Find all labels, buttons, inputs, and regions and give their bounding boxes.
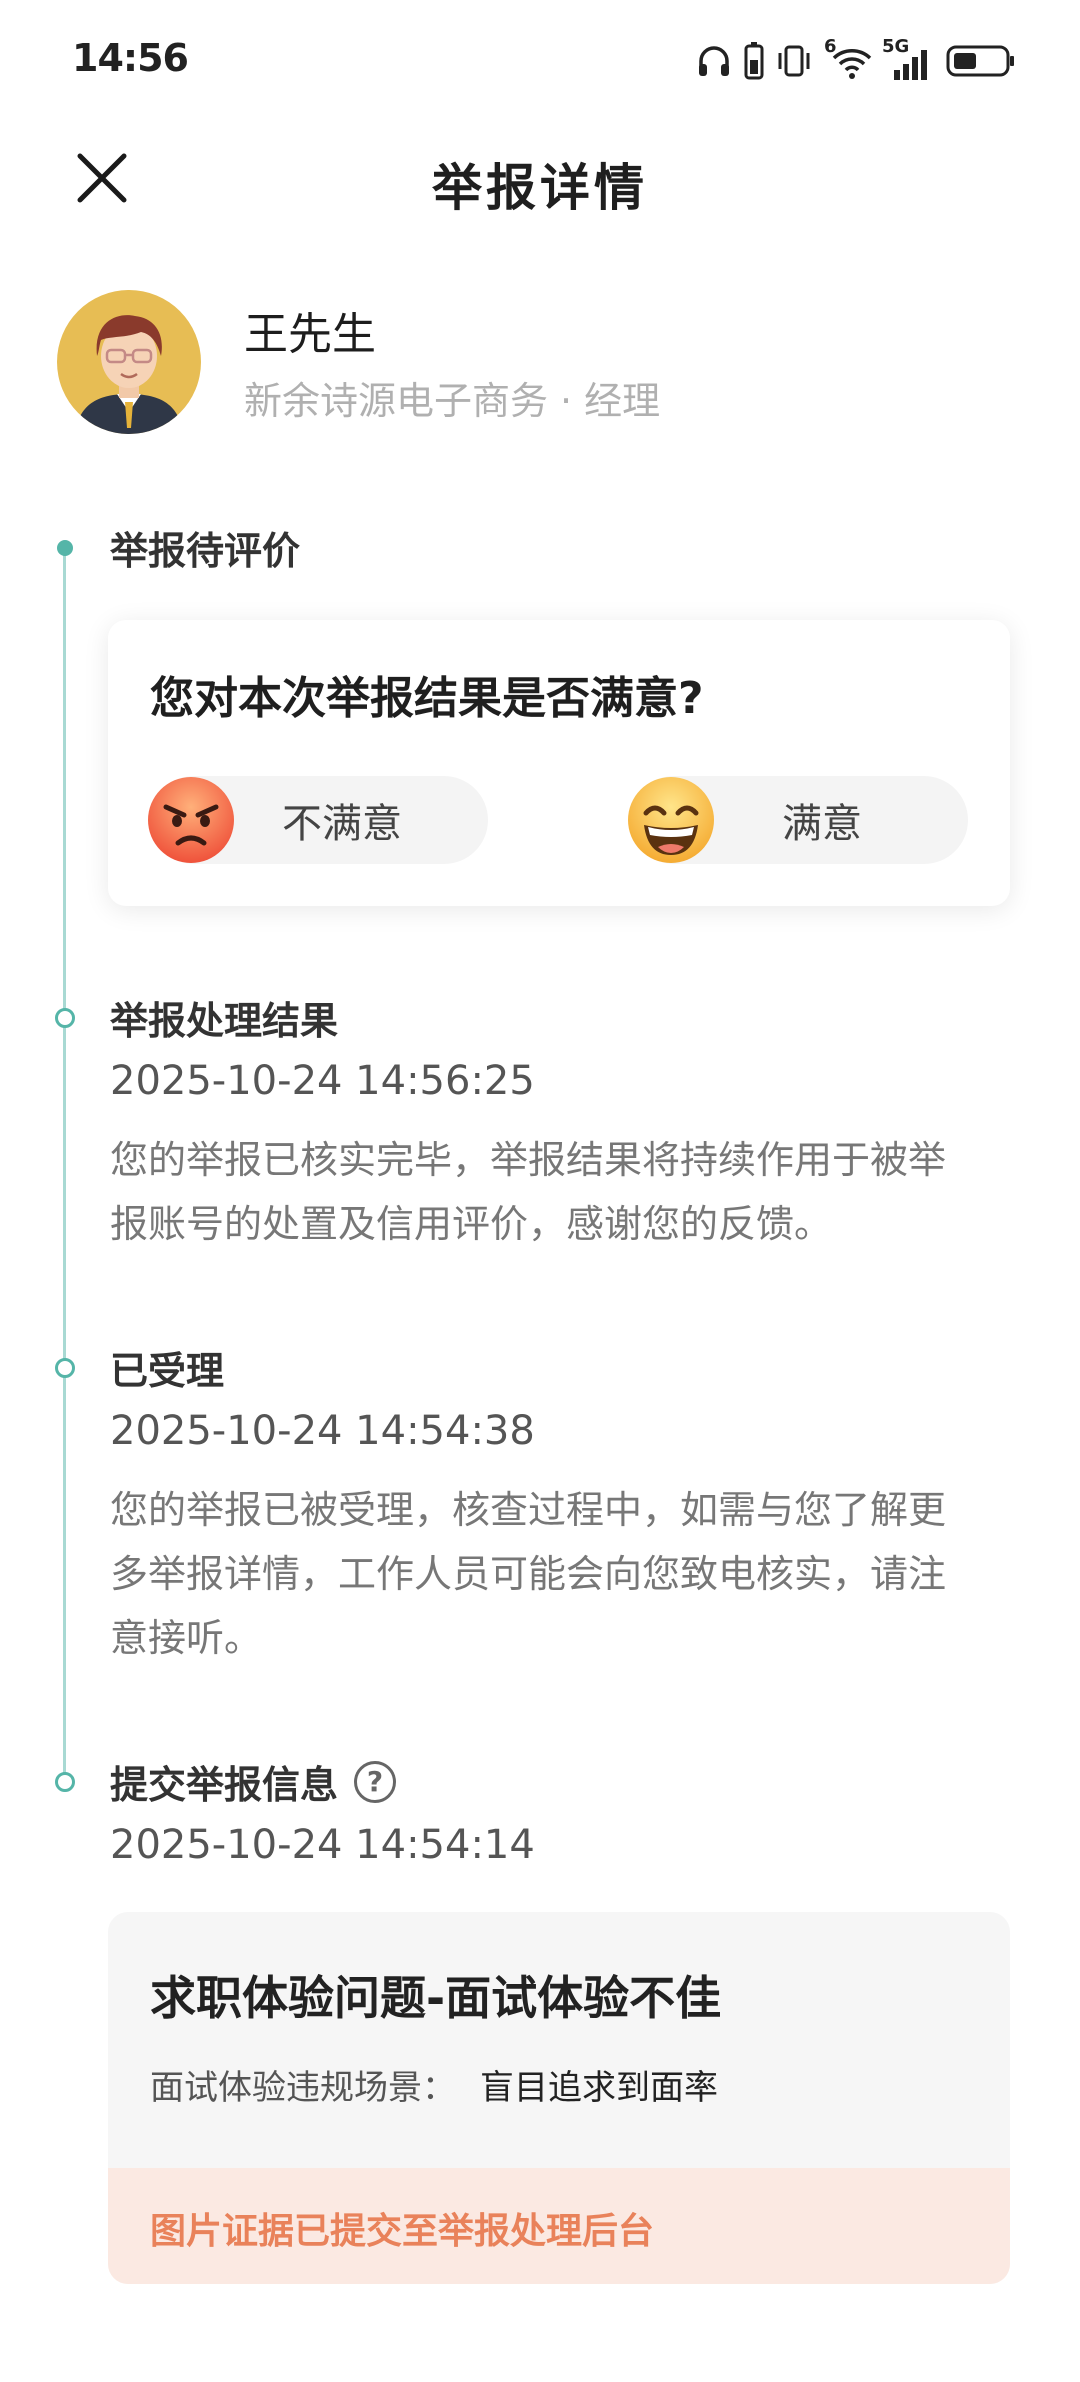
- result-desc-line: 报账号的处置及信用评价，感谢您的反馈。: [110, 1202, 833, 1246]
- result-time: 2025-10-24 14:56:25: [110, 1058, 535, 1104]
- rating-question: 您对本次举报结果是否满意?: [150, 673, 704, 724]
- timeline-dot-active: [57, 540, 73, 556]
- evidence-notice: 图片证据已提交至举报处理后台: [108, 2168, 1010, 2284]
- report-field-label: 面试体验违规场景：: [150, 2068, 456, 2108]
- user-meta: 新余诗源电子商务 · 经理: [244, 370, 660, 425]
- submitted-time: 2025-10-24 14:54:14: [110, 1822, 535, 1868]
- result-desc-line: 您的举报已核实完毕，举报结果将持续作用于被举: [110, 1138, 947, 1182]
- status-time: 14:56: [72, 36, 189, 80]
- user-position: 经理: [584, 379, 661, 423]
- accepted-description: 您的举报已被受理，核查过程中，如需与您了解更 多举报详情，工作人员可能会向您致电…: [110, 1478, 1010, 1670]
- user-name: 王先生: [244, 309, 376, 360]
- report-field-value: 盲目追求到面率: [480, 2068, 718, 2108]
- timeline-dot: [55, 1008, 75, 1028]
- meta-separator: ·: [560, 379, 573, 423]
- satisfied-button[interactable]: 满意: [628, 776, 968, 864]
- page-title: 举报详情: [432, 159, 648, 217]
- result-description: 您的举报已核实完毕，举报结果将持续作用于被举 报账号的处置及信用评价，感谢您的反…: [110, 1128, 1010, 1256]
- timeline-dot: [55, 1358, 75, 1378]
- rating-card: 您对本次举报结果是否满意? 不满意 满意: [108, 620, 1010, 906]
- unsatisfied-button[interactable]: 不满意: [148, 776, 488, 864]
- unsatisfied-label: 不满意: [282, 801, 402, 847]
- submitted-header: 提交举报信息 ?: [110, 1754, 397, 1809]
- timeline-dot: [55, 1772, 75, 1792]
- accepted-title: 已受理: [110, 1349, 225, 1393]
- satisfied-label: 满意: [782, 801, 862, 847]
- evidence-notice-text: 图片证据已提交至举报处理后台: [150, 2211, 655, 2252]
- vibrate-icon: [778, 45, 810, 77]
- laughing-face-icon: [628, 777, 714, 863]
- report-title: 求职体验问题-面试体验不佳: [150, 1971, 722, 2025]
- angry-face-icon: [148, 777, 234, 863]
- submitted-title: 提交举报信息: [110, 1763, 339, 1807]
- avatar: [57, 290, 201, 434]
- phone-battery-icon: [744, 42, 764, 80]
- help-icon[interactable]: ?: [354, 1760, 397, 1803]
- accepted-desc-line: 多举报详情，工作人员可能会向您致电核实，请注: [110, 1552, 947, 1596]
- user-company: 新余诗源电子商务: [244, 379, 549, 423]
- headphones-icon: [699, 46, 729, 76]
- timeline-line: [63, 548, 66, 1778]
- wifi-icon: [832, 49, 872, 79]
- report-card: 求职体验问题-面试体验不佳 面试体验违规场景： 盲目追求到面率 图片证据已提交至…: [108, 1912, 1010, 2284]
- battery-icon: [946, 45, 1014, 77]
- signal-icon: [894, 50, 927, 80]
- result-title: 举报处理结果: [110, 999, 339, 1043]
- status-icons: 6 5G: [696, 36, 1016, 86]
- avatar-illustration: [75, 315, 183, 434]
- accepted-time: 2025-10-24 14:54:38: [110, 1408, 535, 1454]
- pending-title: 举报待评价: [110, 529, 301, 573]
- accepted-desc-line: 您的举报已被受理，核查过程中，如需与您了解更: [110, 1488, 947, 1532]
- accepted-desc-line: 意接听。: [110, 1616, 263, 1660]
